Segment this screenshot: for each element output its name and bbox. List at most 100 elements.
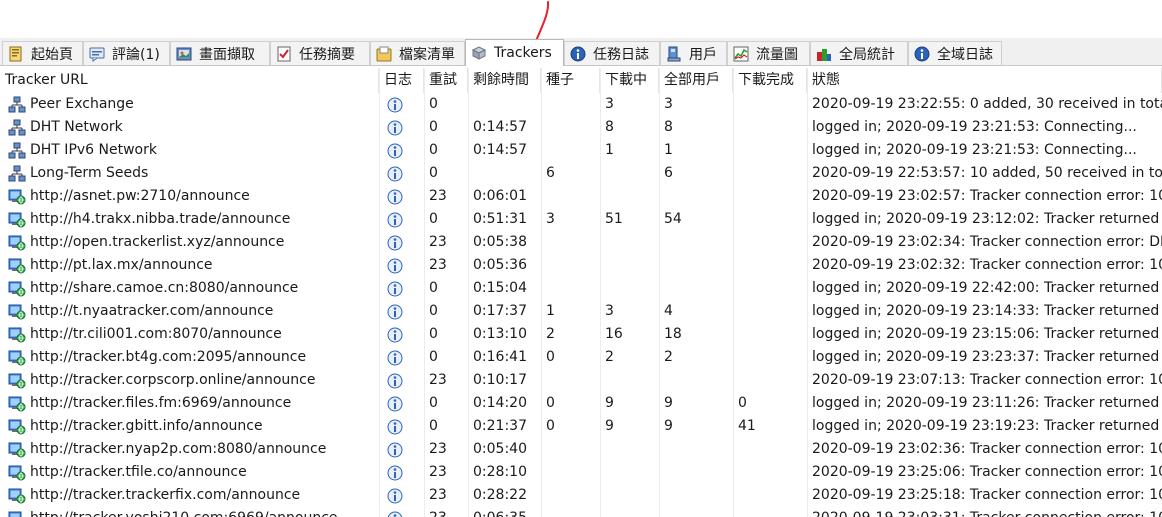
tab-summary[interactable]: 任務摘要: [270, 41, 370, 65]
tracker-url-text: http://tracker.trackerfix.com/announce: [30, 487, 301, 503]
web-tracker-icon: [8, 234, 26, 252]
all-peers-cell: [659, 507, 733, 517]
table-row[interactable]: http://share.camoe.cn:8080/announce 0 0:15…: [0, 277, 1162, 300]
tracker-url-text: http://tracker.bt4g.com:2095/announce: [30, 349, 307, 365]
column-header-seeds[interactable]: 種子: [541, 68, 600, 93]
completed-cell: [733, 116, 807, 139]
downloading-cell: 2: [605, 349, 614, 365]
downloading-cell: 9: [605, 418, 614, 434]
column-header-retry[interactable]: 重試: [424, 68, 468, 93]
all-peers-cell: 8: [664, 119, 673, 135]
downloading-cell: 8: [605, 119, 614, 135]
column-header-all-peers[interactable]: 全部用戶: [659, 68, 733, 93]
log-cell: [379, 484, 424, 507]
downloading-cell: [600, 369, 659, 392]
all-peers-cell: [659, 254, 733, 277]
info-icon[interactable]: [387, 350, 403, 366]
table-row[interactable]: http://tracker.bt4g.com:2095/announce 0 0:…: [0, 346, 1162, 369]
table-row[interactable]: http://h4.trakx.nibba.trade/announce 0 0:5…: [0, 208, 1162, 231]
tab-trackers[interactable]: Trackers: [465, 39, 564, 66]
seeds-cell: [541, 461, 600, 484]
tracker-url-text: http://share.camoe.cn:8080/announce: [30, 280, 299, 296]
column-header-downloading[interactable]: 下載中: [600, 68, 659, 93]
table-row[interactable]: http://open.trackerlist.xyz/announce 23 0:…: [0, 231, 1162, 254]
info-icon[interactable]: [387, 488, 403, 504]
tab-task-log[interactable]: 任務日誌: [564, 41, 660, 65]
tab-peers[interactable]: 用戶: [660, 41, 727, 65]
column-header-log[interactable]: 日志: [379, 68, 424, 93]
log-cell: [379, 185, 424, 208]
info-icon[interactable]: [387, 465, 403, 481]
table-row[interactable]: DHT IPv6 Network 0 0:14:57 1 1 logged in; 202…: [0, 139, 1162, 162]
network-icon: [8, 119, 26, 137]
column-header-remaining-time[interactable]: 剩餘時間: [468, 68, 541, 93]
files-icon: [376, 46, 392, 62]
tab-bar: 起始頁 評論(1) 畫面擷取 任務摘要 檔案清單 Trackers 任務日誌 用戶 流量圖 全局統…: [0, 38, 1162, 66]
info-icon[interactable]: [387, 304, 403, 320]
info-icon[interactable]: [387, 143, 403, 159]
table-row[interactable]: http://tracker.gbitt.info/announce 0 0:21:…: [0, 415, 1162, 438]
log-cell: [379, 162, 424, 185]
info-icon[interactable]: [387, 511, 403, 517]
table-row[interactable]: DHT Network 0 0:14:57 8 8 logged in; 2020-09-…: [0, 116, 1162, 139]
table-row[interactable]: http://tracker.corpscorp.online/announce…: [0, 369, 1162, 392]
completed-cell: [733, 162, 807, 185]
all-peers-cell: 18: [664, 326, 682, 342]
log-cell: [379, 208, 424, 231]
completed-cell: [733, 484, 807, 507]
table-row[interactable]: http://tracker.files.fm:6969/announce 0 0:…: [0, 392, 1162, 415]
info-icon[interactable]: [387, 212, 403, 228]
table-row[interactable]: Peer Exchange 0 3 3 2020-09-19 23:22:55: 0 a…: [0, 93, 1162, 116]
info-icon[interactable]: [387, 97, 403, 113]
table-row[interactable]: http://pt.lax.mx/announce 23 0:05:36 2020-0…: [0, 254, 1162, 277]
tab-screenshot[interactable]: 畫面擷取: [170, 41, 270, 65]
web-tracker-icon: [8, 257, 26, 275]
log-cell: [379, 346, 424, 369]
remaining-time-cell: 0:16:41: [473, 349, 527, 365]
column-divider: [600, 68, 601, 517]
retry-cell: 0: [429, 211, 438, 227]
table-row[interactable]: Long-Term Seeds 0 6 6 2020-09-19 22:53:57: 1…: [0, 162, 1162, 185]
log-cell: [379, 277, 424, 300]
remaining-time-cell: [468, 162, 541, 185]
column-header-completed[interactable]: 下載完成: [733, 68, 807, 93]
all-peers-cell: 1: [664, 142, 673, 158]
table-row[interactable]: http://tracker.yoshi210.com:6969/announc…: [0, 507, 1162, 517]
table-row[interactable]: http://tracker.trackerfix.com/announce 23…: [0, 484, 1162, 507]
info-icon[interactable]: [387, 166, 403, 182]
tracker-url-text: http://tracker.nyap2p.com:8080/announce: [30, 441, 327, 457]
all-peers-cell: 54: [664, 211, 682, 227]
tab-home[interactable]: 起始頁: [2, 41, 83, 65]
info-icon[interactable]: [387, 442, 403, 458]
seeds-cell: [541, 438, 600, 461]
info-icon[interactable]: [387, 235, 403, 251]
info-icon[interactable]: [387, 281, 403, 297]
tab-files[interactable]: 檔案清單: [370, 41, 465, 65]
top-blank-area: [0, 0, 1162, 38]
web-tracker-icon: [8, 280, 26, 298]
info-icon[interactable]: [387, 419, 403, 435]
table-row[interactable]: http://asnet.pw:2710/announce 23 0:06:01 20…: [0, 185, 1162, 208]
info-icon[interactable]: [387, 396, 403, 412]
completed-cell: [733, 277, 807, 300]
column-header-status[interactable]: 狀態: [807, 68, 1162, 93]
info-icon[interactable]: [387, 120, 403, 136]
column-header-tracker-url[interactable]: Tracker URL: [0, 68, 379, 93]
retry-cell: 23: [429, 234, 447, 250]
tab-label: 評論(1): [112, 46, 160, 63]
info-icon[interactable]: [387, 189, 403, 205]
tab-global-stats[interactable]: 全局統計: [810, 41, 908, 65]
task-log-icon: [570, 46, 586, 62]
info-icon[interactable]: [387, 258, 403, 274]
table-row[interactable]: http://tr.cili001.com:8070/announce 0 0:13…: [0, 323, 1162, 346]
remaining-time-cell: 0:13:10: [473, 326, 527, 342]
tab-speed-graph[interactable]: 流量圖: [727, 41, 810, 65]
table-row[interactable]: http://tracker.tfile.co/announce 23 0:28:1…: [0, 461, 1162, 484]
info-icon[interactable]: [387, 327, 403, 343]
table-row[interactable]: http://t.nyaatracker.com/announce 0 0:17:3…: [0, 300, 1162, 323]
info-icon[interactable]: [387, 373, 403, 389]
tab-comments[interactable]: 評論(1): [83, 41, 170, 65]
tracker-url-cell: http://tracker.yoshi210.com:6969/announc…: [0, 507, 379, 517]
table-row[interactable]: http://tracker.nyap2p.com:8080/announce 2…: [0, 438, 1162, 461]
tab-global-log[interactable]: 全域日誌: [908, 41, 1002, 65]
